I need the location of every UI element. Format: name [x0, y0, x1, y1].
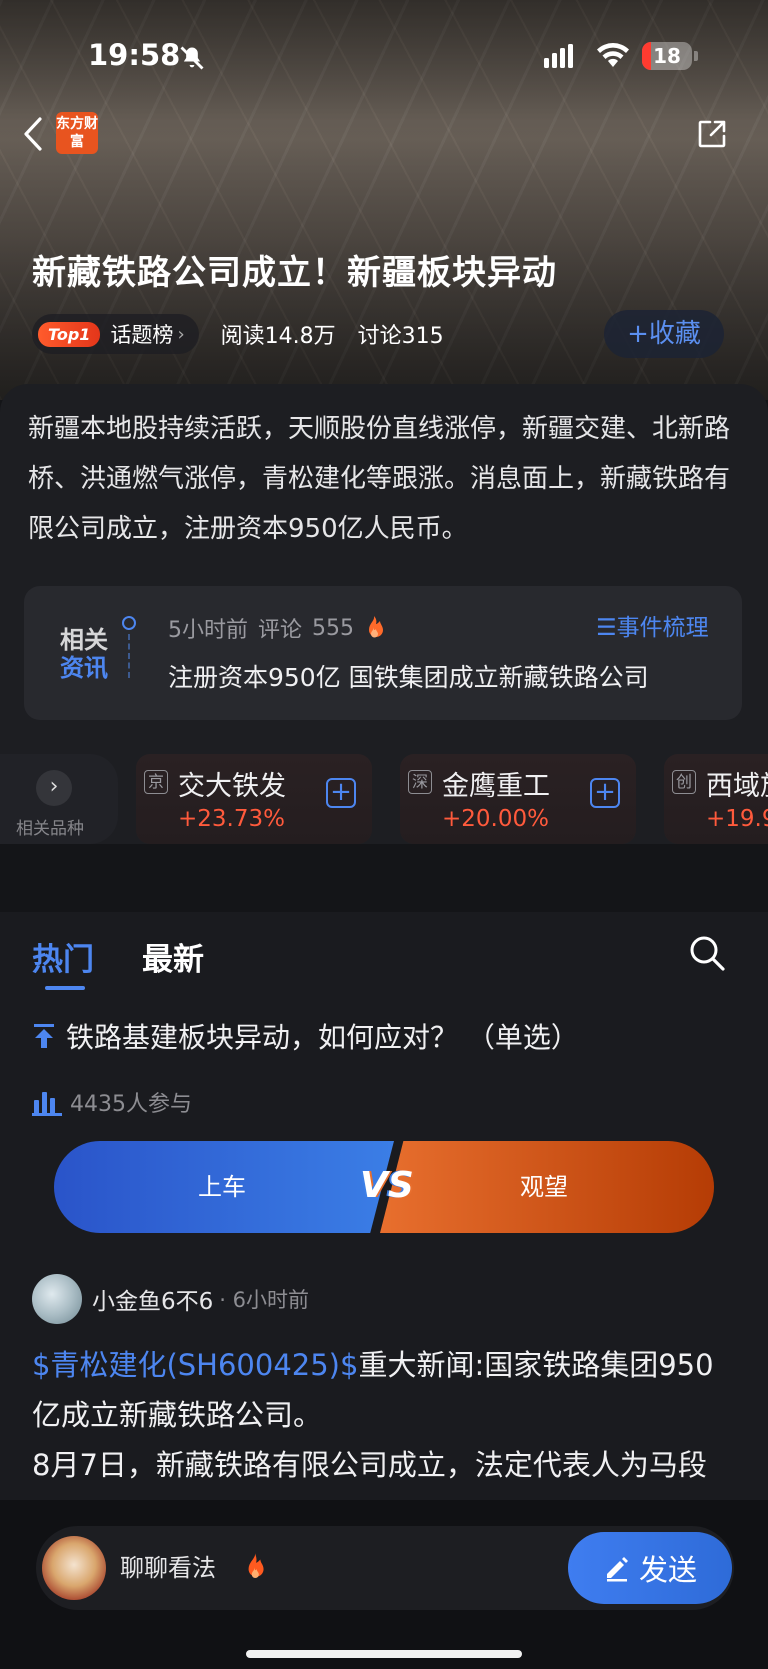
- status-time: 19:58: [88, 38, 181, 72]
- send-label: 发送: [638, 1553, 697, 1587]
- timeline-line: [128, 634, 130, 678]
- comment-placeholder: 聊聊看法: [120, 1554, 216, 1582]
- stock-change: +19.99%: [706, 806, 768, 832]
- vote-wait-label: 观望: [520, 1173, 568, 1201]
- post-header: 小金鱼6不6 · 6小时前: [32, 1274, 309, 1324]
- fire-icon: [369, 616, 384, 638]
- bar-chart-icon: [32, 1092, 62, 1116]
- read-count: 阅读14.8万: [220, 324, 336, 349]
- comments-label: 评论: [258, 618, 303, 643]
- share-icon[interactable]: [696, 118, 728, 150]
- stock-card[interactable]: 创 西域旅游 +19.99% +: [664, 754, 768, 844]
- add-watchlist-icon[interactable]: +: [326, 778, 356, 808]
- battery-icon: 18: [642, 42, 692, 70]
- stock-name: 交大铁发: [178, 771, 286, 802]
- post-body[interactable]: $青松建化(SH600425)$重大新闻:国家铁路集团950亿成立新藏铁路公司。…: [32, 1340, 742, 1522]
- related-news-time: 5小时前: [168, 618, 248, 643]
- related-news-tag-line2: 资讯: [60, 654, 108, 682]
- top-rank-badge: Top1: [38, 321, 101, 347]
- fire-icon: [248, 1553, 264, 1579]
- collect-button[interactable]: +收藏: [604, 310, 724, 358]
- topic-meta-row: Top1 话题榜 › 阅读14.8万 讨论315: [32, 313, 444, 355]
- search-icon[interactable]: [688, 934, 726, 972]
- related-products-strip: › 相关品种 京 交大铁发 +23.73% + 深 金鹰重工 +20.00% +…: [0, 754, 768, 844]
- summary-card: 新疆本地股持续活跃，天顺股份直线涨停，新疆交建、北新路桥、洪通燃气涨停，青松建化…: [0, 384, 768, 844]
- poll-question-text: 铁路基建板块异动，如何应对？ （单选）: [66, 1021, 579, 1054]
- brand-logo: 东方财富: [56, 112, 98, 154]
- poll-participants-count: 4435人参与: [70, 1092, 192, 1117]
- event-timeline-link[interactable]: ☰事件梳理: [596, 608, 709, 642]
- pencil-icon: [606, 1557, 628, 1582]
- send-button[interactable]: 发送: [568, 1532, 732, 1604]
- avatar[interactable]: [32, 1274, 82, 1324]
- stock-card[interactable]: 京 交大铁发 +23.73% +: [136, 754, 372, 844]
- topic-ranking-chip[interactable]: Top1 话题榜 ›: [32, 314, 199, 354]
- exchange-badge: 京: [144, 770, 168, 794]
- post-time: · 6小时前: [219, 1288, 309, 1312]
- home-indicator: [246, 1650, 522, 1658]
- expand-chevron-icon[interactable]: ›: [36, 770, 72, 806]
- active-tab-indicator: [45, 986, 85, 990]
- related-news-headline[interactable]: 注册资本950亿 国铁集团成立新藏铁路公司: [168, 658, 708, 694]
- related-products-label: 相关品种: [16, 819, 84, 839]
- stock-change: +23.73%: [178, 806, 285, 832]
- comment-bar: 聊聊看法 发送: [0, 1500, 768, 1669]
- poll-participants: 4435人参与: [32, 1086, 192, 1118]
- topic-ranking-label: 话题榜: [110, 323, 174, 347]
- related-news-tag-line1: 相关: [60, 626, 108, 654]
- add-watchlist-icon[interactable]: +: [590, 778, 620, 808]
- topic-summary: 新疆本地股持续活跃，天顺股份直线涨停，新疆交建、北新路桥、洪通燃气涨停，青松建化…: [28, 414, 731, 544]
- tab-latest[interactable]: 最新: [142, 934, 204, 979]
- avatar: [42, 1536, 106, 1600]
- stock-name: 金鹰重工: [442, 771, 550, 802]
- upload-arrow-icon: [34, 1024, 54, 1048]
- post-author[interactable]: 小金鱼6不6: [92, 1282, 213, 1316]
- bell-off-icon: [180, 46, 204, 70]
- stock-change: +20.00%: [442, 806, 549, 832]
- battery-tip: [694, 51, 698, 61]
- exchange-badge: 深: [408, 770, 432, 794]
- related-news-card[interactable]: 相关 资讯 5小时前 评论 555 ☰事件梳理 注册资本950亿 国铁集团成立新…: [24, 586, 742, 720]
- stock-name: 西域旅游: [706, 771, 768, 802]
- vote-wait-button[interactable]: 观望: [380, 1141, 714, 1233]
- vs-badge: VS: [360, 1165, 414, 1206]
- related-news-meta: 5小时前 评论 555: [168, 612, 386, 644]
- battery-percent: 18: [653, 44, 681, 68]
- stock-card[interactable]: 深 金鹰重工 +20.00% +: [400, 754, 636, 844]
- exchange-badge: 创: [672, 770, 696, 794]
- chevron-right-icon: ›: [177, 323, 185, 345]
- discussion-section: 热门 最新 铁路基建板块异动，如何应对？ （单选） 4435人参与 上车 观望 …: [0, 912, 768, 1522]
- page-title: 新藏铁路公司成立！新疆板块异动: [32, 253, 557, 293]
- signal-icon: [544, 44, 573, 68]
- poll-vote-bar: 上车 观望 VS: [54, 1141, 714, 1233]
- vote-board-label: 上车: [198, 1173, 246, 1201]
- comment-input[interactable]: 聊聊看法 发送: [36, 1526, 734, 1610]
- discussion-tabs: 热门 最新: [32, 934, 252, 979]
- related-products-side: › 相关品种: [0, 754, 118, 844]
- vote-board-button[interactable]: 上车: [54, 1141, 394, 1233]
- poll-question: 铁路基建板块异动，如何应对？ （单选）: [32, 1016, 579, 1056]
- back-chevron-icon[interactable]: [22, 116, 44, 152]
- post-stock-link[interactable]: $青松建化(SH600425)$: [32, 1348, 358, 1382]
- tab-hot[interactable]: 热门: [32, 934, 94, 979]
- discussion-count: 讨论315: [357, 324, 444, 349]
- wifi-icon: [597, 43, 629, 67]
- timeline-dot: [122, 616, 136, 630]
- related-news-tag: 相关 资讯: [60, 626, 110, 682]
- status-bar: 19:58 18: [0, 0, 768, 112]
- comments-count: 555: [312, 615, 355, 641]
